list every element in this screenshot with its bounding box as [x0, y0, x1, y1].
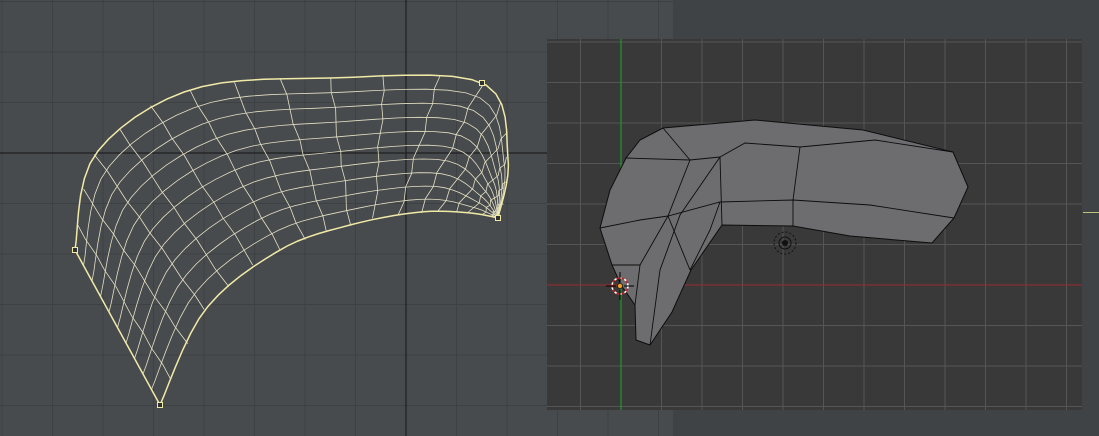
uv-corner-vertices[interactable] — [72, 80, 501, 408]
uv-corner-vertex[interactable] — [495, 215, 501, 221]
uv-edge-ring — [150, 105, 254, 266]
uv-edge-ring — [456, 131, 508, 213]
uv-edge-loop — [108, 130, 499, 313]
uv-corner-vertex[interactable] — [72, 247, 78, 253]
uv-edge-ring — [372, 74, 385, 219]
uv-mesh[interactable] — [77, 74, 508, 390]
mesh-body[interactable] — [599, 119, 969, 346]
uv-edge-ring — [234, 82, 306, 240]
region-edge-marker — [1083, 212, 1099, 213]
uv-corner-vertex[interactable] — [157, 402, 163, 408]
uv-edge-loop — [100, 116, 500, 297]
object-origin-icon — [617, 283, 623, 289]
3d-viewport[interactable] — [547, 39, 1082, 410]
lamp-icon[interactable] — [773, 231, 797, 255]
uv-edge-loop — [83, 88, 506, 266]
mesh-object[interactable] — [599, 119, 969, 346]
uv-edge-loop — [151, 198, 499, 390]
uv-corner-vertex[interactable] — [479, 80, 485, 86]
uv-edge-ring — [77, 224, 171, 380]
3d-canvas[interactable] — [547, 39, 1082, 410]
uv-edge-ring — [93, 154, 205, 310]
